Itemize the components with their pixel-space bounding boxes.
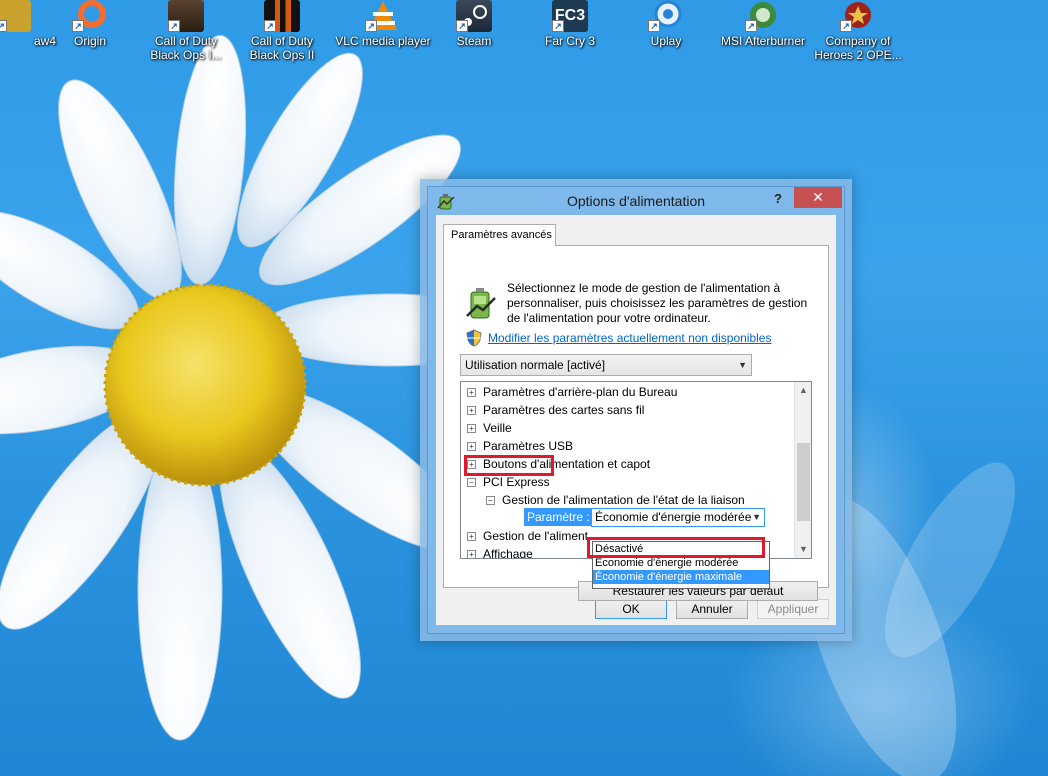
setting-label: Paramètre :	[524, 508, 593, 526]
intro-text: Sélectionnez le mode de gestion de l'ali…	[507, 281, 808, 325]
uplay-icon: ↗	[648, 0, 684, 32]
desktop-icon-far-cry-3[interactable]: FC3 ↗ Far Cry 3	[527, 0, 613, 48]
desktop-icon-label: Call of Duty Black Ops II	[249, 34, 315, 62]
desktop-icon-label: MSI Afterburner	[720, 34, 806, 48]
window-frame-right	[836, 215, 844, 633]
desktop-icon-call-of-duty-1[interactable]: ↗ Call of Duty Black Ops I...	[143, 0, 229, 62]
cancel-button[interactable]: Annuler	[676, 599, 748, 619]
game-icon: ↗	[0, 0, 31, 32]
highlight-box-maximum-saving	[587, 537, 765, 558]
scroll-up-icon[interactable]: ▲	[795, 382, 811, 399]
desktop-icon-label: Uplay	[650, 34, 682, 48]
window-frame-bottom	[428, 625, 844, 633]
coh2-icon: ↗	[840, 0, 876, 32]
dropdown-option-moderate[interactable]: Économie d'énergie modérée	[593, 556, 769, 570]
chevron-down-icon: ▼	[752, 512, 761, 522]
vlc-icon: ↗	[365, 0, 401, 32]
dialog-client-area: Paramètres avancés Sélectionnez le mode …	[436, 215, 836, 625]
shortcut-arrow-icon: ↗	[648, 20, 660, 32]
desktop-icon-label: Call of Duty Black Ops I...	[150, 34, 222, 62]
shortcut-arrow-icon: ↗	[72, 20, 84, 32]
dropdown-option-maximum[interactable]: Économie d'énergie maximale	[593, 570, 769, 584]
expand-icon[interactable]: +	[467, 388, 476, 397]
cod-icon: ↗	[168, 0, 204, 32]
tree-item-label: Gestion de l'alimentation de l'état de l…	[502, 493, 745, 507]
battery-plug-icon	[466, 288, 496, 319]
shortcut-arrow-icon: ↗	[0, 20, 7, 32]
shortcut-arrow-icon: ↗	[552, 20, 564, 32]
shortcut-arrow-icon: ↗	[168, 20, 180, 32]
shortcut-arrow-icon: ↗	[456, 20, 468, 32]
expand-icon[interactable]: +	[467, 550, 476, 558]
farcry3-icon: FC3 ↗	[552, 0, 588, 32]
power-plan-value: Utilisation normale [activé]	[465, 358, 606, 372]
desktop-icon-uplay[interactable]: ↗ Uplay	[623, 0, 709, 48]
help-button[interactable]: ?	[761, 188, 795, 210]
desktop-icon-vlc[interactable]: ↗ VLC media player	[335, 0, 431, 48]
collapse-icon[interactable]: −	[486, 496, 495, 505]
tree-item-label: Paramètres des cartes sans fil	[483, 403, 645, 417]
tree-item-label: Veille	[483, 421, 512, 435]
uac-shield-icon	[466, 329, 482, 347]
ok-button[interactable]: OK	[595, 599, 667, 619]
apply-button: Appliquer	[757, 599, 829, 619]
expand-icon[interactable]: +	[467, 424, 476, 433]
collapse-icon[interactable]: −	[467, 478, 476, 487]
desktop-icon-msi-afterburner[interactable]: ↗ MSI Afterburner	[713, 0, 813, 48]
power-options-dialog: Options d'alimentation ? ✕ Paramètres av…	[427, 186, 845, 634]
desktop-icon-label: Far Cry 3	[544, 34, 595, 48]
setting-value: Économie d'énergie modérée	[595, 510, 752, 524]
scrollbar-thumb[interactable]	[797, 443, 810, 521]
scroll-down-icon[interactable]: ▼	[795, 541, 811, 558]
desktop-icon-label: Origin	[73, 34, 106, 48]
tree-item-label: Affichage	[483, 547, 533, 559]
steam-icon: ↗	[456, 0, 492, 32]
expand-icon[interactable]: +	[467, 532, 476, 541]
desktop-icon-call-of-duty-2[interactable]: ↗ Call of Duty Black Ops II	[239, 0, 325, 62]
desktop-icon-company-of-heroes-2[interactable]: ↗ Company of Heroes 2 OPE...	[811, 0, 905, 62]
desktop-icon-steam[interactable]: ↗ Steam	[431, 0, 517, 48]
tab-advanced-settings[interactable]: Paramètres avancés	[443, 224, 556, 246]
shortcut-arrow-icon: ↗	[264, 20, 276, 32]
window-frame-left	[428, 215, 436, 633]
desktop-icon-origin[interactable]: ↗ Origin	[47, 0, 133, 48]
shortcut-arrow-icon: ↗	[365, 20, 377, 32]
desktop-icon-label: VLC media player	[335, 34, 431, 48]
close-button[interactable]: ✕	[794, 187, 842, 208]
desktop-icon-label: Company of Heroes 2 OPE...	[814, 34, 902, 62]
shortcut-arrow-icon: ↗	[745, 20, 757, 32]
tree-item-label: Paramètres d'arrière-plan du Bureau	[483, 385, 678, 399]
power-plan-select[interactable]: Utilisation normale [activé] ▼	[460, 354, 752, 376]
tree-item-label: Gestion de l'aliment	[483, 529, 589, 543]
chevron-down-icon: ▼	[738, 360, 747, 370]
modify-unavailable-settings-link[interactable]: Modifier les paramètres actuellement non…	[488, 331, 771, 345]
origin-icon: ↗	[72, 0, 108, 32]
desktop-icon-label: Steam	[456, 34, 492, 48]
expand-icon[interactable]: +	[467, 406, 476, 415]
cod2-icon: ↗	[264, 0, 300, 32]
expand-icon[interactable]: +	[467, 442, 476, 451]
tree-item-label: Paramètres USB	[483, 439, 574, 453]
msi-icon: ↗	[745, 0, 781, 32]
highlight-box-pci-express	[464, 455, 554, 476]
tree-scrollbar[interactable]: ▲ ▼	[794, 382, 811, 558]
shortcut-arrow-icon: ↗	[840, 20, 852, 32]
setting-combo[interactable]: Économie d'énergie modérée ▼	[591, 508, 765, 527]
